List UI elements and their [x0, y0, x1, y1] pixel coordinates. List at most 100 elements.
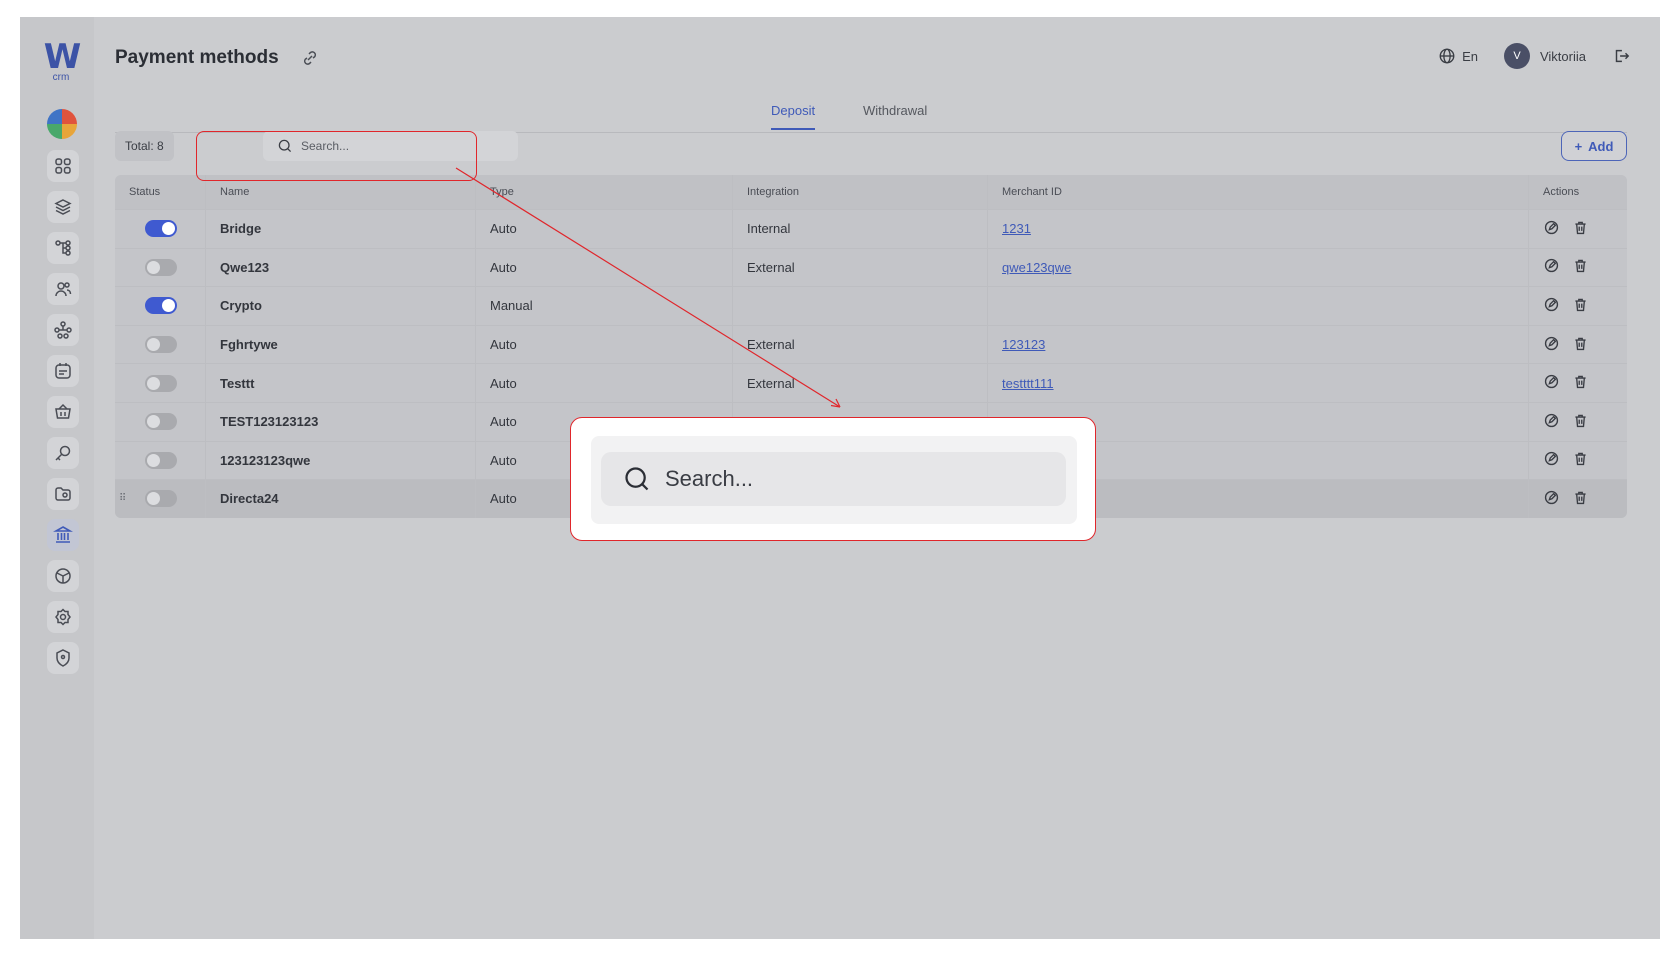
total-count: Total: 8: [115, 131, 174, 161]
cell-status: [115, 248, 206, 287]
edit-icon[interactable]: [1543, 296, 1560, 316]
col-status[interactable]: Status: [115, 175, 206, 209]
col-actions: Actions: [1543, 186, 1580, 198]
trash-icon[interactable]: [1572, 489, 1589, 509]
edit-icon[interactable]: [1543, 489, 1560, 509]
cell-status: [115, 287, 206, 325]
edit-icon[interactable]: [1543, 219, 1560, 239]
zoomed-search-input[interactable]: Search...: [601, 452, 1066, 506]
status-toggle[interactable]: [145, 374, 177, 392]
header-right: En V Viktoriia: [1438, 43, 1630, 69]
merchant-id-link[interactable]: 123123: [1002, 337, 1045, 352]
edit-icon[interactable]: [1543, 412, 1560, 432]
cell-name: Fghrtywe: [206, 325, 476, 364]
method-integration: External: [747, 259, 795, 275]
trash-icon[interactable]: [1572, 373, 1589, 393]
users-icon[interactable]: [47, 273, 79, 305]
bank-icon[interactable]: [47, 519, 79, 551]
table-row[interactable]: Qwe123 Auto External qwe123qwe: [115, 247, 1627, 287]
method-type: Auto: [490, 491, 517, 507]
trash-icon[interactable]: [1572, 412, 1589, 432]
merchant-id-link[interactable]: qwe123qwe: [1002, 260, 1071, 275]
col-integration[interactable]: Integration: [733, 175, 988, 209]
table-row[interactable]: Crypto Manual: [115, 286, 1627, 325]
sidebar: W crm: [20, 17, 94, 939]
method-name: TEST123123123: [220, 414, 319, 430]
edit-icon[interactable]: [1543, 257, 1560, 277]
logout-icon[interactable]: [1612, 47, 1630, 65]
network-icon[interactable]: [47, 314, 79, 346]
status-toggle[interactable]: [145, 490, 177, 508]
cell-actions: [1529, 480, 1627, 518]
cell-integration: External: [733, 325, 988, 364]
tab-withdrawal[interactable]: Withdrawal: [863, 103, 927, 128]
gear-icon[interactable]: [47, 601, 79, 633]
cell-name: Crypto: [206, 287, 476, 325]
trash-icon[interactable]: [1572, 257, 1589, 277]
merchant-id-link[interactable]: testttt111: [1002, 376, 1054, 391]
link-icon[interactable]: [300, 48, 320, 68]
user-name[interactable]: Viktoriia: [1540, 49, 1586, 64]
edit-icon[interactable]: [1543, 450, 1560, 470]
cube-icon[interactable]: [47, 560, 79, 592]
edit-icon[interactable]: [1543, 373, 1560, 393]
status-toggle[interactable]: [145, 336, 177, 354]
method-name: Fghrtywe: [220, 337, 278, 353]
globe-icon: [1439, 48, 1455, 64]
status-toggle[interactable]: [145, 451, 177, 469]
cell-merchant-id: 1231: [988, 210, 1529, 248]
cell-status: [115, 441, 206, 480]
method-type: Auto: [490, 414, 517, 430]
folder-icon[interactable]: [47, 478, 79, 510]
cell-type: Auto: [476, 325, 733, 364]
col-merchant-id[interactable]: Merchant ID: [988, 175, 1529, 209]
basket-icon[interactable]: [47, 396, 79, 428]
trash-icon[interactable]: [1572, 335, 1589, 355]
drag-handle-icon[interactable]: ⠿: [119, 493, 126, 504]
cell-actions: [1529, 403, 1627, 441]
tab-deposit[interactable]: Deposit: [771, 103, 816, 130]
status-toggle[interactable]: [145, 258, 177, 276]
table-row[interactable]: Fghrtywe Auto External 123123: [115, 324, 1627, 364]
cell-status: [115, 364, 206, 402]
table-row[interactable]: Bridge Auto Internal 1231: [115, 209, 1627, 248]
tab-bar: Deposit Withdrawal: [115, 91, 1627, 133]
layers-icon[interactable]: [47, 191, 79, 223]
cell-name: 123123123qwe: [206, 441, 476, 480]
cell-integration: Internal: [733, 210, 988, 248]
key-search-icon[interactable]: [47, 437, 79, 469]
add-button[interactable]: + Add: [1561, 131, 1627, 161]
cell-integration: [733, 287, 988, 325]
cell-actions: [1529, 364, 1627, 402]
language-switch[interactable]: En: [1438, 47, 1478, 65]
avatar[interactable]: V: [1503, 43, 1530, 69]
trash-icon[interactable]: [1572, 450, 1589, 470]
apps-grid-icon[interactable]: [47, 150, 79, 182]
status-toggle[interactable]: [145, 413, 177, 431]
merchant-id-link[interactable]: 1231: [1002, 221, 1031, 236]
cell-name: Directa24: [206, 480, 476, 518]
shield-icon[interactable]: [47, 642, 79, 674]
hierarchy-icon[interactable]: [47, 232, 79, 264]
cell-type: Manual: [476, 287, 733, 325]
method-type: Auto: [490, 375, 517, 391]
search-highlight-annotation: [196, 131, 477, 181]
method-integration: External: [747, 337, 795, 353]
trash-icon[interactable]: [1572, 296, 1589, 316]
status-toggle[interactable]: [145, 220, 177, 238]
app-logo[interactable]: W crm: [43, 40, 82, 83]
method-type: Auto: [490, 259, 517, 275]
method-integration: Internal: [747, 221, 791, 237]
trash-icon[interactable]: [1572, 219, 1589, 239]
status-toggle[interactable]: [145, 297, 177, 315]
cell-actions: [1529, 287, 1627, 325]
method-type: Auto: [490, 337, 517, 353]
col-type[interactable]: Type: [476, 175, 733, 209]
table-row[interactable]: Testtt Auto External testttt111: [115, 363, 1627, 402]
dashboard-chart-icon[interactable]: [47, 109, 77, 139]
cell-name: Bridge: [206, 210, 476, 248]
edit-icon[interactable]: [1543, 335, 1560, 355]
search-icon: [625, 467, 649, 491]
cell-type: Auto: [476, 248, 733, 287]
calendar-note-icon[interactable]: [47, 355, 79, 387]
